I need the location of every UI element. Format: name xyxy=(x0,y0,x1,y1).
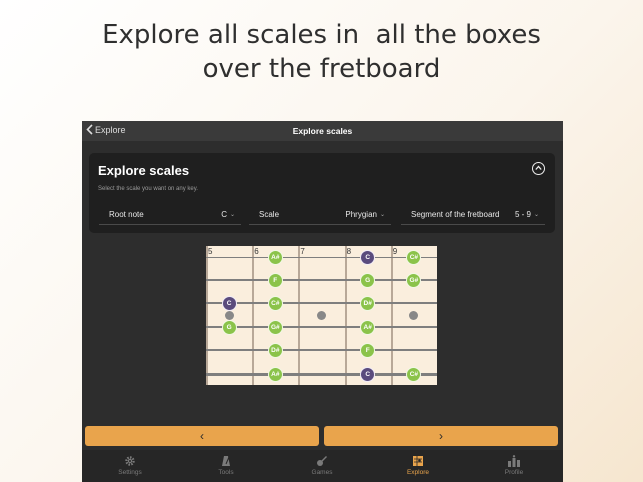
profile-icon xyxy=(508,455,520,467)
scale-value: Phrygian xyxy=(345,210,377,219)
fret-line xyxy=(390,246,393,385)
fret-line xyxy=(206,246,208,385)
tab-label: Profile xyxy=(504,469,524,476)
scale-note-dot[interactable]: D# xyxy=(360,295,376,311)
chevron-up-icon xyxy=(534,165,542,170)
screen-title: Explore scales xyxy=(292,126,353,136)
scale-select[interactable]: Scale Phrygian ⌄ xyxy=(249,208,391,225)
guitar-string xyxy=(206,348,437,352)
fret-inlay-marker xyxy=(224,310,234,320)
gear-icon xyxy=(125,456,135,466)
fret-number: 8 xyxy=(346,247,352,256)
previous-box-button[interactable]: ‹ xyxy=(85,426,319,446)
fret-inlay-marker xyxy=(409,310,419,320)
top-bar: Explore Explore scales xyxy=(82,121,563,141)
marketing-headline: Explore all scales in all the boxes over… xyxy=(0,18,643,86)
tab-label: Games xyxy=(311,469,333,476)
scale-note-dot[interactable]: A# xyxy=(267,366,283,382)
root-note-value: C xyxy=(221,210,227,219)
tab-label: Settings xyxy=(118,469,142,476)
chevron-down-icon: ⌄ xyxy=(533,212,539,218)
fret-line xyxy=(252,246,255,385)
scale-note-dot[interactable]: G xyxy=(221,319,237,335)
chevron-right-icon: › xyxy=(439,429,443,443)
guitar-string xyxy=(206,325,437,329)
segment-value: 5 - 9 xyxy=(514,210,531,219)
scale-note-dot[interactable]: G# xyxy=(267,319,283,335)
explore-icon xyxy=(413,456,423,466)
chevron-down-icon: ⌄ xyxy=(229,212,235,218)
scale-label: Scale xyxy=(259,210,280,219)
guitar-string xyxy=(206,256,437,258)
scale-note-dot[interactable]: C# xyxy=(406,366,422,382)
segment-select[interactable]: Segment of the fretboard 5 - 9 ⌄ xyxy=(401,208,545,225)
root-note-dot[interactable]: C xyxy=(360,366,376,382)
scale-note-dot[interactable]: D# xyxy=(267,342,283,358)
chevron-down-icon: ⌄ xyxy=(379,212,385,218)
scale-selector-card: Explore scales Select the scale you want… xyxy=(89,153,555,233)
fret-inlay-marker xyxy=(317,310,326,320)
tab-games[interactable]: Games xyxy=(274,453,370,481)
metronome-icon xyxy=(222,456,230,466)
tab-profile[interactable]: Profile xyxy=(466,453,562,481)
next-box-button[interactable]: › xyxy=(324,426,558,446)
tab-settings[interactable]: Settings xyxy=(82,453,178,481)
fret-number: 7 xyxy=(300,247,305,256)
root-note-dot[interactable]: C xyxy=(221,295,237,311)
collapse-button[interactable] xyxy=(532,162,545,175)
fret-number: 9 xyxy=(392,247,398,256)
guitar-string xyxy=(206,302,437,304)
guitar-string xyxy=(206,372,437,376)
guitar-string xyxy=(206,279,437,281)
root-note-label: Root note xyxy=(109,210,144,219)
scale-note-dot[interactable]: A# xyxy=(360,319,376,335)
scale-note-dot[interactable]: G# xyxy=(406,272,422,288)
tab-explore[interactable]: Explore xyxy=(370,453,466,481)
fret-line xyxy=(344,246,347,385)
root-note-select[interactable]: Root note C ⌄ xyxy=(99,208,241,225)
headline-line-2: over the fretboard xyxy=(202,54,441,84)
fret-number: 5 xyxy=(208,247,213,256)
fret-number: 6 xyxy=(254,247,259,256)
fret-line xyxy=(298,246,301,385)
headline-line-1: Explore all scales in all the boxes xyxy=(102,20,541,50)
scale-note-dot[interactable]: C# xyxy=(267,295,283,311)
tab-label: Explore xyxy=(406,469,430,476)
chevron-left-icon: ‹ xyxy=(200,429,204,443)
guitar-icon xyxy=(317,456,327,466)
card-hint: Select the scale you want on any key. xyxy=(98,186,198,192)
scale-note-dot[interactable]: F xyxy=(360,342,376,358)
bottom-tab-bar: Settings Tools Games Explore Profile xyxy=(82,450,563,482)
scale-note-dot[interactable]: C# xyxy=(406,249,422,265)
scale-note-dot[interactable]: A# xyxy=(267,249,283,265)
root-note-dot[interactable]: C xyxy=(360,249,376,265)
app-screen: Explore Explore scales Explore scales Se… xyxy=(82,121,563,482)
scale-note-dot[interactable]: G xyxy=(360,272,376,288)
card-title: Explore scales xyxy=(98,163,190,178)
segment-label: Segment of the fretboard xyxy=(411,210,500,219)
fretboard: 5 6 7 8 9 A# C C# F G G# C C# D# G G# A# D# F A# C C# xyxy=(206,246,437,385)
tab-label: Tools xyxy=(218,469,234,476)
tab-tools[interactable]: Tools xyxy=(178,453,274,481)
scale-note-dot[interactable]: F xyxy=(267,272,283,288)
